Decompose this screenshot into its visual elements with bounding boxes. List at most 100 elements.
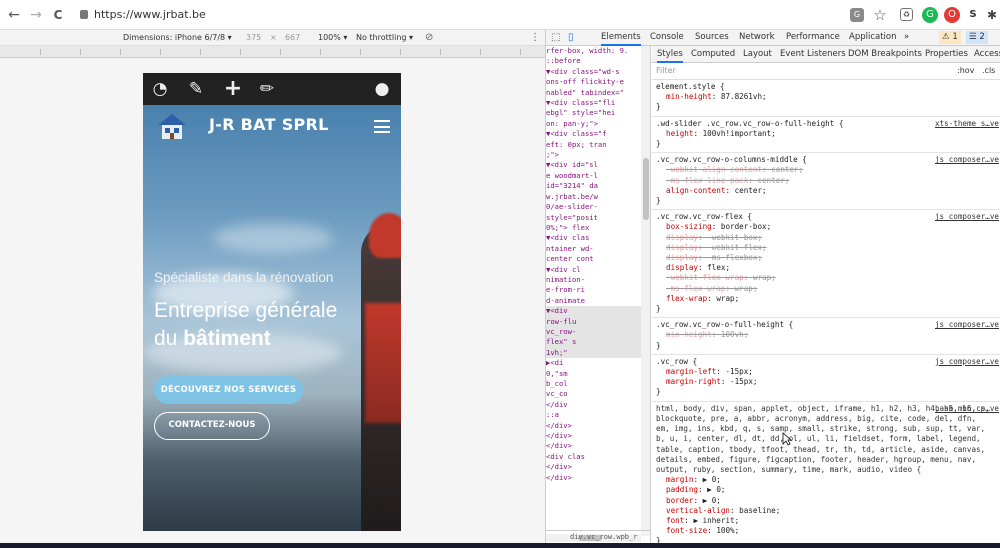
css-property[interactable]: vertical-align: baseline; bbox=[656, 506, 997, 516]
dom-node-line[interactable]: nabled" tabindex=" bbox=[546, 88, 650, 98]
styles-filter[interactable]: Filter :hov .cls bbox=[652, 63, 1000, 80]
css-property[interactable]: display: -webkit-flex; bbox=[656, 243, 997, 253]
puzzle-icon[interactable]: ✱ bbox=[984, 7, 1000, 23]
hamburger-menu-icon[interactable] bbox=[374, 120, 390, 133]
style-rule[interactable]: .vc_row.vc_row-flex {js_composer…ve box-s… bbox=[652, 210, 1000, 319]
customize-brush-icon[interactable]: ✎ bbox=[186, 79, 206, 99]
css-property[interactable]: -webkit-align-content: center; bbox=[656, 165, 997, 175]
forward-arrow-icon[interactable]: → bbox=[28, 7, 44, 23]
rule-source-link[interactable]: js_composer…ve bbox=[935, 357, 999, 367]
tab-console[interactable]: Console bbox=[650, 30, 684, 45]
dom-node-line[interactable]: </div> bbox=[546, 462, 650, 472]
dom-node-line[interactable]: </div> bbox=[546, 421, 650, 431]
dom-node-line[interactable]: eft: 0px; tran bbox=[546, 140, 650, 150]
dom-node-line[interactable]: ebgl" style="hei bbox=[546, 108, 650, 118]
style-rule[interactable]: .vc_row.vc_row-o-columns-middle {js_comp… bbox=[652, 153, 1000, 211]
dom-node-line[interactable]: on: pan-y;"> bbox=[546, 119, 650, 129]
style-rule[interactable]: .vc_row {js_composer…ve margin-left: -15p… bbox=[652, 355, 1000, 402]
tab-sources[interactable]: Sources bbox=[695, 30, 729, 45]
dom-node-line[interactable]: </div bbox=[546, 400, 650, 410]
discover-services-button[interactable]: DÉCOUVREZ NOS SERVICES bbox=[154, 376, 303, 404]
add-new-icon[interactable]: + bbox=[223, 78, 243, 100]
css-property[interactable]: -ms-flex-line-pack: center; bbox=[656, 176, 997, 186]
css-property[interactable]: margin: ▶ 0; bbox=[656, 475, 997, 485]
css-property[interactable]: -ms-flex-wrap: wrap; bbox=[656, 284, 997, 294]
elements-scrollbar[interactable] bbox=[641, 46, 650, 536]
dom-node-line[interactable]: ▼<div cl bbox=[546, 265, 650, 275]
style-rule[interactable]: .wd-slider .vc_row.vc_row-o-full-height … bbox=[652, 117, 1000, 154]
css-property[interactable]: margin-left: -15px; bbox=[656, 367, 997, 377]
dom-node-line[interactable]: id="3214" da bbox=[546, 181, 650, 191]
dom-node-line[interactable]: flex" s bbox=[546, 337, 650, 348]
dom-node-line[interactable]: <div clas bbox=[546, 452, 650, 462]
reload-icon[interactable]: C bbox=[50, 7, 66, 23]
inspect-element-icon[interactable]: ⬚ bbox=[551, 30, 560, 45]
dom-node-line[interactable]: ntainer wd- bbox=[546, 244, 650, 254]
dom-node-line[interactable]: ::a bbox=[546, 410, 650, 420]
css-property[interactable]: font: ▶ inherit; bbox=[656, 516, 997, 526]
device-height-input[interactable]: 667 bbox=[285, 30, 300, 45]
dom-node-line[interactable]: rfer-box, width: 9. bbox=[546, 46, 650, 56]
dom-node-line[interactable]: ▼<div class="f bbox=[546, 129, 650, 139]
css-property[interactable]: border: ▶ 0; bbox=[656, 496, 997, 506]
messages-badge[interactable]: ☰ 2 bbox=[966, 31, 988, 44]
more-tabs-button[interactable]: » bbox=[904, 30, 909, 45]
dom-node-line[interactable]: style="posit bbox=[546, 213, 650, 223]
house-logo-icon[interactable] bbox=[155, 111, 189, 141]
hov-toggle[interactable]: :hov bbox=[957, 63, 974, 79]
device-width-input[interactable]: 375 bbox=[246, 30, 261, 45]
site-brand[interactable]: J-R BAT SPRL bbox=[209, 115, 329, 134]
dom-node-line[interactable]: ▼<div class="fli bbox=[546, 98, 650, 108]
extension-grammarly-icon[interactable]: G bbox=[922, 7, 938, 23]
css-property[interactable]: box-sizing: border-box; bbox=[656, 222, 997, 232]
extension-opera-icon[interactable]: O bbox=[944, 7, 960, 23]
dom-node-line[interactable]: ▶<di bbox=[546, 358, 650, 368]
style-rule[interactable]: element.style {min-height: 87.8261vh;} bbox=[652, 80, 1000, 117]
dom-node-line[interactable]: ::before bbox=[546, 56, 650, 66]
dom-node-line[interactable]: ▼<div bbox=[546, 306, 650, 317]
css-property[interactable]: -webkit-flex-wrap: wrap; bbox=[656, 273, 997, 283]
throttling-select[interactable]: No throttling ▾ bbox=[356, 30, 413, 45]
user-icon[interactable]: ● bbox=[372, 79, 392, 99]
back-arrow-icon[interactable]: ← bbox=[6, 7, 22, 23]
dom-node-line[interactable]: e woodmart-l bbox=[546, 171, 650, 181]
css-property[interactable]: margin-right: -15px; bbox=[656, 377, 997, 387]
css-property[interactable]: min-height: 100vh; bbox=[656, 330, 997, 340]
rule-source-link[interactable]: js_composer…ve bbox=[935, 155, 999, 165]
dom-node-line[interactable]: ▼<div id="sl bbox=[546, 160, 650, 170]
rule-source-link[interactable]: js_composer…ve bbox=[935, 320, 999, 330]
dom-node-line[interactable]: ▼<div class="wd-s bbox=[546, 67, 650, 77]
dom-node-line[interactable]: 0%;"> flex bbox=[546, 223, 650, 233]
dom-node-line[interactable]: </div> bbox=[546, 441, 650, 451]
star-icon[interactable]: ☆ bbox=[872, 7, 888, 23]
dom-node-line[interactable]: ▼<div clas bbox=[546, 233, 650, 243]
tab-event-listeners[interactable]: Event Listeners bbox=[780, 46, 846, 62]
rule-source-link[interactable]: js_composer…ve bbox=[935, 212, 999, 222]
dashboard-icon[interactable]: ◔ bbox=[150, 79, 170, 99]
dom-node-line[interactable]: b_col bbox=[546, 379, 650, 389]
css-property[interactable]: display: flex; bbox=[656, 263, 997, 273]
dom-node-line[interactable]: </div> bbox=[546, 473, 650, 483]
style-rule-reset[interactable]: html, body, div, span, applet, object, i… bbox=[652, 402, 1000, 548]
css-property[interactable]: height: 100vh!important; bbox=[656, 129, 997, 139]
css-property[interactable]: font-size: 100%; bbox=[656, 526, 997, 536]
css-property[interactable]: display: -ms-flexbox; bbox=[656, 253, 997, 263]
styles-filter-input[interactable]: Filter bbox=[656, 63, 676, 79]
device-dimensions-select[interactable]: Dimensions: iPhone 6/7/8 ▾ bbox=[123, 30, 232, 45]
device-toggle-icon[interactable]: ▯ bbox=[568, 30, 574, 45]
css-property[interactable]: align-content: center; bbox=[656, 186, 997, 196]
tab-network[interactable]: Network bbox=[739, 30, 775, 45]
dom-node-line[interactable]: 0/ae-slider- bbox=[546, 202, 650, 212]
tab-computed[interactable]: Computed bbox=[691, 46, 735, 62]
dom-node-line[interactable]: vc_row- bbox=[546, 326, 650, 338]
tab-elements[interactable]: Elements bbox=[601, 30, 641, 46]
css-property[interactable]: padding: ▶ 0; bbox=[656, 485, 997, 495]
rule-source-link[interactable]: base.min.cs…ve bbox=[935, 404, 999, 414]
tab-application[interactable]: Application bbox=[849, 30, 897, 45]
dom-node-line[interactable]: ;"> bbox=[546, 150, 650, 160]
dom-node-line[interactable]: ons-off flickity-e bbox=[546, 77, 650, 87]
warnings-badge[interactable]: ⚠ 1 bbox=[939, 31, 961, 44]
zoom-select[interactable]: 100% ▾ bbox=[318, 30, 347, 45]
dom-node-line[interactable]: vc_co bbox=[546, 389, 650, 399]
dom-node-line[interactable]: center cont bbox=[546, 254, 650, 264]
